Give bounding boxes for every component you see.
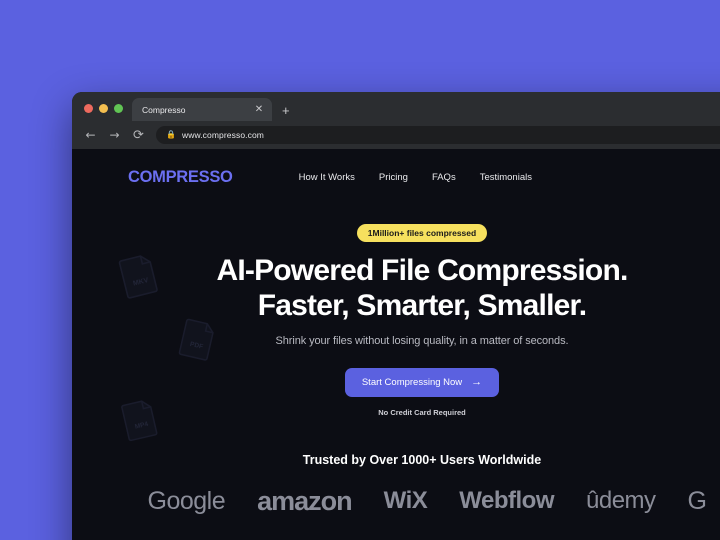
browser-toolbar: ← → ⟳ 🔒 www.compresso.com bbox=[72, 121, 720, 149]
nav-link-faqs[interactable]: FAQs bbox=[432, 172, 456, 183]
url-text: www.compresso.com bbox=[181, 130, 264, 140]
lock-icon: 🔒 bbox=[166, 130, 176, 139]
browser-window: Compresso ✕ + ← → ⟳ 🔒 www.compresso.com … bbox=[72, 92, 720, 540]
trust-title: Trusted by Over 1000+ Users Worldwide bbox=[302, 452, 542, 467]
nav-link-how-it-works[interactable]: How It Works bbox=[299, 172, 355, 183]
brand-logo-udemy: ûdemy bbox=[586, 487, 656, 515]
window-controls bbox=[72, 104, 132, 121]
back-icon[interactable]: ← bbox=[84, 129, 97, 141]
browser-tab[interactable]: Compresso ✕ bbox=[132, 98, 272, 121]
brand-logo-partial: G bbox=[687, 486, 707, 515]
hero-title-line-1: AI-Powered File Compression. bbox=[216, 254, 628, 287]
brand-logo-row: Google amazon WiX Webflow ûdemy G bbox=[72, 486, 720, 517]
brand-logo[interactable]: COMPRESSO bbox=[128, 168, 233, 187]
close-window-button[interactable] bbox=[84, 104, 93, 113]
start-compressing-button[interactable]: Start Compressing Now → bbox=[344, 367, 500, 397]
hero-section: 1Million+ files compressed AI-Powered Fi… bbox=[72, 205, 720, 417]
arrow-right-icon: → bbox=[471, 375, 483, 388]
browser-tab-strip: Compresso ✕ + bbox=[72, 92, 720, 121]
hero-title-line-2: Faster, Smarter, Smaller. bbox=[257, 288, 587, 322]
nav-link-testimonials[interactable]: Testimonials bbox=[480, 172, 532, 183]
close-icon[interactable]: ✕ bbox=[253, 104, 265, 115]
maximize-window-button[interactable] bbox=[114, 104, 123, 113]
web-page: MKV PDF MP4 COMPRESSO How It Works Prici… bbox=[72, 149, 720, 540]
minimize-window-button[interactable] bbox=[99, 104, 108, 113]
cta-label: Start Compressing Now bbox=[361, 376, 463, 388]
new-tab-button[interactable]: + bbox=[282, 104, 290, 117]
brand-logo-webflow: Webflow bbox=[459, 487, 554, 515]
site-navigation: COMPRESSO How It Works Pricing FAQs Test… bbox=[72, 149, 720, 205]
forward-icon[interactable]: → bbox=[108, 129, 121, 141]
cta-note: No Credit Card Required bbox=[378, 407, 466, 417]
brand-logo-wix: WiX bbox=[383, 487, 428, 515]
reload-icon[interactable]: ⟳ bbox=[132, 129, 145, 142]
hero-title: AI-Powered File Compression. Faster, Sma… bbox=[72, 254, 720, 324]
hero-subtitle: Shrink your files without losing quality… bbox=[275, 334, 569, 347]
nav-links: How It Works Pricing FAQs Testimonials bbox=[299, 172, 532, 183]
trust-section: Trusted by Over 1000+ Users Worldwide Go… bbox=[72, 453, 720, 517]
browser-tab-title: Compresso bbox=[142, 104, 186, 115]
address-bar[interactable]: 🔒 www.compresso.com bbox=[156, 126, 720, 144]
brand-logo-google: Google bbox=[147, 486, 226, 515]
hero-badge: 1Million+ files compressed bbox=[356, 224, 488, 242]
nav-link-pricing[interactable]: Pricing bbox=[379, 172, 408, 183]
brand-logo-amazon: amazon bbox=[257, 485, 353, 516]
